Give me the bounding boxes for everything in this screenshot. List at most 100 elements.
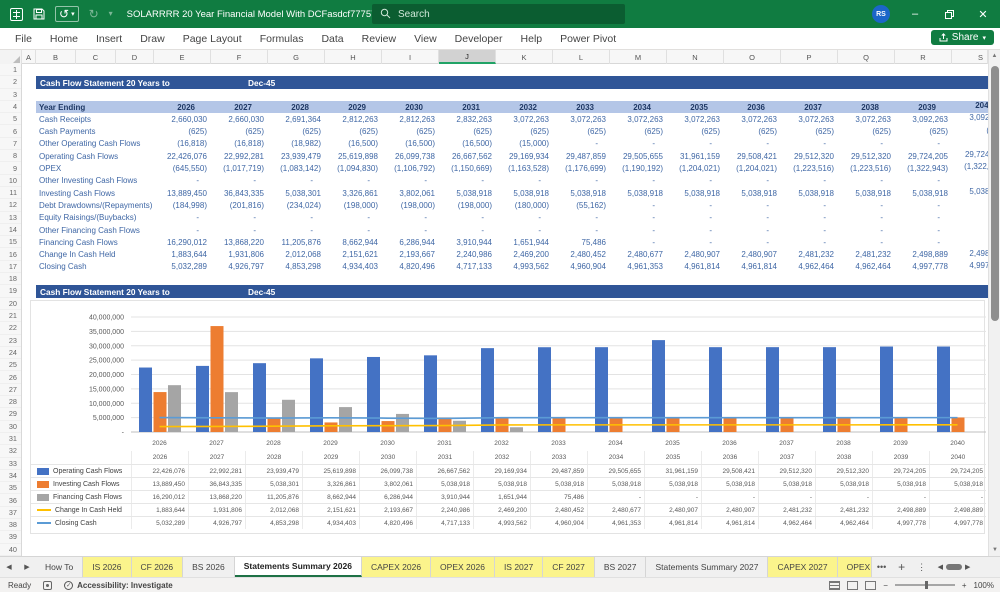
- grid-cell[interactable]: (625): [325, 126, 382, 138]
- grid-cell[interactable]: 5,038,918: [667, 187, 724, 199]
- grid-cell[interactable]: -: [724, 212, 781, 224]
- grid-cell[interactable]: -: [154, 175, 211, 187]
- row-number-22[interactable]: 22: [0, 322, 21, 335]
- grid-cell[interactable]: -: [838, 199, 895, 211]
- statement-label[interactable]: Equity Raisings/(Buybacks): [36, 212, 154, 224]
- scroll-up-icon[interactable]: ▲: [989, 50, 1000, 62]
- grid-cell[interactable]: 1,651,944: [496, 236, 553, 248]
- grid-cell-partial[interactable]: (625): [952, 126, 988, 138]
- grid-cell[interactable]: 4,934,403: [325, 261, 382, 273]
- grid-cell[interactable]: -: [211, 212, 268, 224]
- column-header-A[interactable]: A: [22, 50, 36, 64]
- grid-cell[interactable]: -: [667, 199, 724, 211]
- row-number-5[interactable]: 5: [0, 113, 21, 126]
- grid-cell[interactable]: -: [553, 138, 610, 150]
- row-number-10[interactable]: 10: [0, 175, 21, 187]
- grid-cell[interactable]: 29,505,655: [610, 150, 667, 162]
- grid-cell[interactable]: 11,205,876: [268, 236, 325, 248]
- grid-cell[interactable]: -: [781, 138, 838, 150]
- more-tabs-button[interactable]: •••: [872, 557, 892, 577]
- grid-cell[interactable]: 31,961,159: [667, 150, 724, 162]
- row-number-21[interactable]: 21: [0, 310, 21, 323]
- column-header-R[interactable]: R: [895, 50, 952, 64]
- grid-cell[interactable]: -: [838, 212, 895, 224]
- grid-cell[interactable]: -: [439, 175, 496, 187]
- grid-cell[interactable]: 23,939,479: [268, 150, 325, 162]
- ribbon-tab-insert[interactable]: Insert: [87, 30, 131, 48]
- grid-cell[interactable]: -: [667, 224, 724, 236]
- grid-cell[interactable]: -: [724, 236, 781, 248]
- column-header-K[interactable]: K: [496, 50, 553, 64]
- year-header-cell[interactable]: 2027: [211, 101, 268, 113]
- grid-cell[interactable]: (625): [610, 126, 667, 138]
- year-header-cell[interactable]: 2037: [781, 101, 838, 113]
- accessibility-status[interactable]: ✓ Accessibility: Investigate: [64, 580, 173, 590]
- sheet-tab-cf-2026[interactable]: CF 2026: [131, 557, 184, 577]
- close-button[interactable]: ✕: [966, 0, 1000, 28]
- row-number-32[interactable]: 32: [0, 445, 21, 458]
- grid-cell[interactable]: 5,032,289: [154, 261, 211, 273]
- macro-record-icon[interactable]: [43, 580, 53, 590]
- grid-cell[interactable]: (625): [553, 126, 610, 138]
- grid-cell[interactable]: (180,000): [496, 199, 553, 211]
- column-header-D[interactable]: D: [116, 50, 154, 64]
- grid-cell[interactable]: (625): [781, 126, 838, 138]
- tabs-scroll-left-icon[interactable]: ◀: [0, 557, 18, 577]
- grid-cell[interactable]: (198,000): [439, 199, 496, 211]
- statement-label[interactable]: Other Operating Cash Flows: [36, 138, 154, 150]
- grid-cell[interactable]: (625): [154, 126, 211, 138]
- grid-cell[interactable]: -: [439, 212, 496, 224]
- grid-cell[interactable]: -: [895, 224, 952, 236]
- zoom-level[interactable]: 100%: [974, 581, 994, 590]
- redo-button[interactable]: ↻: [89, 8, 99, 20]
- year-header-cell[interactable]: 2030: [382, 101, 439, 113]
- grid-cell-partial[interactable]: -: [952, 224, 988, 236]
- grid-cell[interactable]: -: [325, 175, 382, 187]
- grid-cell[interactable]: -: [610, 175, 667, 187]
- grid-cell-partial[interactable]: 2,498,889: [952, 249, 988, 261]
- grid-cell[interactable]: 26,667,562: [439, 150, 496, 162]
- undo-button[interactable]: ↺ ▾: [55, 6, 79, 22]
- ribbon-tab-page-layout[interactable]: Page Layout: [174, 30, 251, 48]
- grid-cell[interactable]: (625): [439, 126, 496, 138]
- grid-cell[interactable]: 29,508,421: [724, 150, 781, 162]
- grid-cell[interactable]: -: [553, 224, 610, 236]
- row-number-39[interactable]: 39: [0, 531, 21, 544]
- grid-cell[interactable]: -: [154, 212, 211, 224]
- ribbon-tab-data[interactable]: Data: [312, 30, 352, 48]
- ribbon-tab-home[interactable]: Home: [41, 30, 87, 48]
- grid-cell[interactable]: (16,818): [211, 138, 268, 150]
- grid-cell[interactable]: 75,486: [553, 236, 610, 248]
- grid-cell[interactable]: -: [838, 236, 895, 248]
- grid-cell[interactable]: -: [325, 224, 382, 236]
- row-number-14[interactable]: 14: [0, 224, 21, 237]
- row-number-27[interactable]: 27: [0, 384, 21, 397]
- qat-customize-caret-icon[interactable]: ▾: [109, 10, 113, 18]
- grid-cell[interactable]: -: [610, 212, 667, 224]
- column-header-C[interactable]: C: [76, 50, 116, 64]
- year-ending-label[interactable]: Year Ending: [36, 101, 154, 113]
- grid-cell[interactable]: (1,017,719): [211, 162, 268, 174]
- grid-cell[interactable]: 2,498,889: [895, 249, 952, 261]
- grid-cell[interactable]: (1,204,021): [667, 162, 724, 174]
- grid-cell[interactable]: 3,326,861: [325, 187, 382, 199]
- grid-cell[interactable]: 2,193,667: [382, 249, 439, 261]
- row-number-1[interactable]: 1: [0, 64, 21, 77]
- column-header-G[interactable]: G: [268, 50, 325, 64]
- scroll-down-icon[interactable]: ▼: [989, 544, 1000, 556]
- grid-cell-partial[interactable]: (1,322,943): [952, 162, 988, 174]
- grid-cell[interactable]: -: [667, 236, 724, 248]
- column-header-E[interactable]: E: [154, 50, 211, 64]
- year-header-cell[interactable]: 2026: [154, 101, 211, 113]
- row-number-19[interactable]: 19: [0, 285, 21, 298]
- add-sheet-button[interactable]: +: [892, 557, 912, 577]
- grid-cell[interactable]: (15,000): [496, 138, 553, 150]
- grid-cell[interactable]: 4,962,464: [838, 261, 895, 273]
- grid-cell[interactable]: (1,223,516): [838, 162, 895, 174]
- grid-cell[interactable]: 36,843,335: [211, 187, 268, 199]
- row-number-20[interactable]: 20: [0, 298, 21, 310]
- grid-cell[interactable]: -: [895, 199, 952, 211]
- grid-cell[interactable]: (625): [667, 126, 724, 138]
- grid-cell-partial[interactable]: 4,997,778: [952, 261, 988, 273]
- grid-cell[interactable]: 2,469,200: [496, 249, 553, 261]
